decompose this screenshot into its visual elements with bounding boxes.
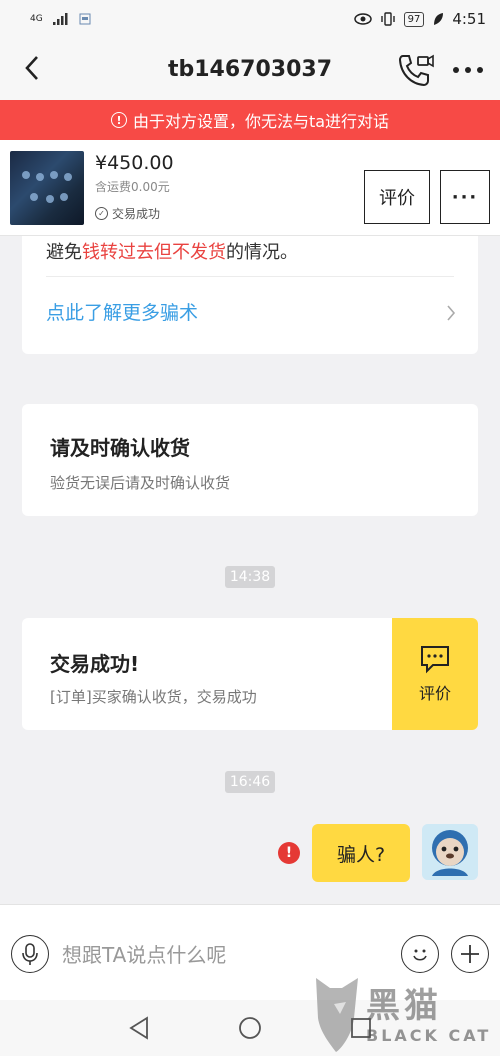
learn-more-scams-link[interactable]: 点此了解更多骗术 (46, 298, 198, 325)
emoji-button[interactable] (401, 935, 439, 973)
microphone-icon (22, 943, 38, 965)
back-button[interactable] (14, 50, 50, 86)
scam-text-before: 避免 (46, 242, 82, 263)
status-right: 97 4:51 (353, 10, 486, 28)
status-left: 4G (30, 13, 91, 25)
trade-status: ✓ 交易成功 (95, 205, 160, 222)
banner-text: 由于对方设置，你无法与ta进行对话 (132, 112, 390, 131)
message-input[interactable] (60, 939, 380, 971)
notification-icon (79, 13, 91, 25)
scam-text-after: 的情况。 (226, 242, 298, 263)
plus-icon (461, 945, 479, 963)
review-button[interactable]: 评价 (364, 170, 430, 224)
circle-home-icon (239, 1017, 261, 1039)
send-failed-icon[interactable]: ! (278, 842, 300, 864)
divider (46, 276, 454, 277)
status-bar: 4G 97 4:51 (0, 0, 500, 38)
system-back-button[interactable] (125, 1014, 153, 1042)
system-home-button[interactable] (236, 1014, 264, 1042)
trade-success-card[interactable]: 交易成功! [订单]买家确认收货，交易成功 评价 (22, 618, 478, 730)
confirm-receipt-subtitle: 验货无误后请及时确认收货 (50, 474, 231, 492)
confirm-receipt-card[interactable]: 请及时确认收货 验货无误后请及时确认收货 (22, 404, 478, 516)
my-message-bubble[interactable]: 骗人? (312, 824, 410, 882)
chevron-left-icon (25, 56, 38, 80)
timestamp: 14:38 (225, 566, 275, 588)
seal-avatar-icon (422, 824, 478, 880)
signal-icon (52, 13, 68, 25)
avatar[interactable] (422, 824, 478, 880)
phone-video-icon (398, 54, 434, 87)
scam-warning-text: 避免钱转过去但不发货的情况。 (46, 238, 298, 264)
scam-warning-card: 避免钱转过去但不发货的情况。 点此了解更多骗术 (22, 232, 478, 354)
product-thumbnail[interactable] (10, 151, 84, 225)
system-nav-bar (0, 1000, 500, 1056)
add-attachment-button[interactable] (451, 935, 489, 973)
product-shipping: 含运费0.00元 (95, 180, 170, 194)
chat-header: tb146703037 (0, 38, 500, 100)
trade-success-title: 交易成功! (50, 652, 140, 676)
trade-success-subtitle: [订单]买家确认收货，交易成功 (50, 688, 257, 706)
product-price: ¥450.00 (95, 152, 174, 174)
square-recents-icon (351, 1018, 371, 1038)
smiley-icon (413, 949, 427, 961)
chat-bubble-icon (421, 646, 449, 674)
confirm-receipt-title: 请及时确认收货 (50, 436, 190, 460)
alert-icon: ! (110, 112, 127, 128)
blocked-warning-banner: ! 由于对方设置，你无法与ta进行对话 (0, 100, 500, 140)
leaf-icon (434, 13, 444, 25)
scam-text-highlight: 钱转过去但不发货 (82, 242, 226, 263)
trade-status-label: 交易成功 (112, 207, 161, 221)
call-button[interactable] (396, 50, 436, 90)
voice-button[interactable] (11, 935, 49, 973)
more-menu-button[interactable] (446, 50, 490, 90)
vibrate-icon (380, 12, 395, 26)
network-label: 4G (30, 14, 43, 24)
message-input-bar (0, 904, 500, 1000)
product-bar: ¥450.00 含运费0.00元 ✓ 交易成功 评价 ··· (0, 140, 500, 236)
eye-icon (353, 13, 372, 25)
chevron-right-icon (447, 305, 456, 321)
clock: 4:51 (452, 10, 486, 28)
trade-review-button[interactable]: 评价 (392, 618, 478, 730)
battery-indicator: 97 (403, 11, 425, 27)
more-dots-icon (453, 67, 483, 73)
triangle-back-icon (129, 1016, 148, 1040)
check-circle-icon: ✓ (95, 207, 108, 220)
timestamp: 16:46 (225, 771, 275, 793)
product-more-button[interactable]: ··· (440, 170, 490, 224)
system-recents-button[interactable] (347, 1014, 375, 1042)
trade-review-label: 评价 (418, 684, 451, 703)
